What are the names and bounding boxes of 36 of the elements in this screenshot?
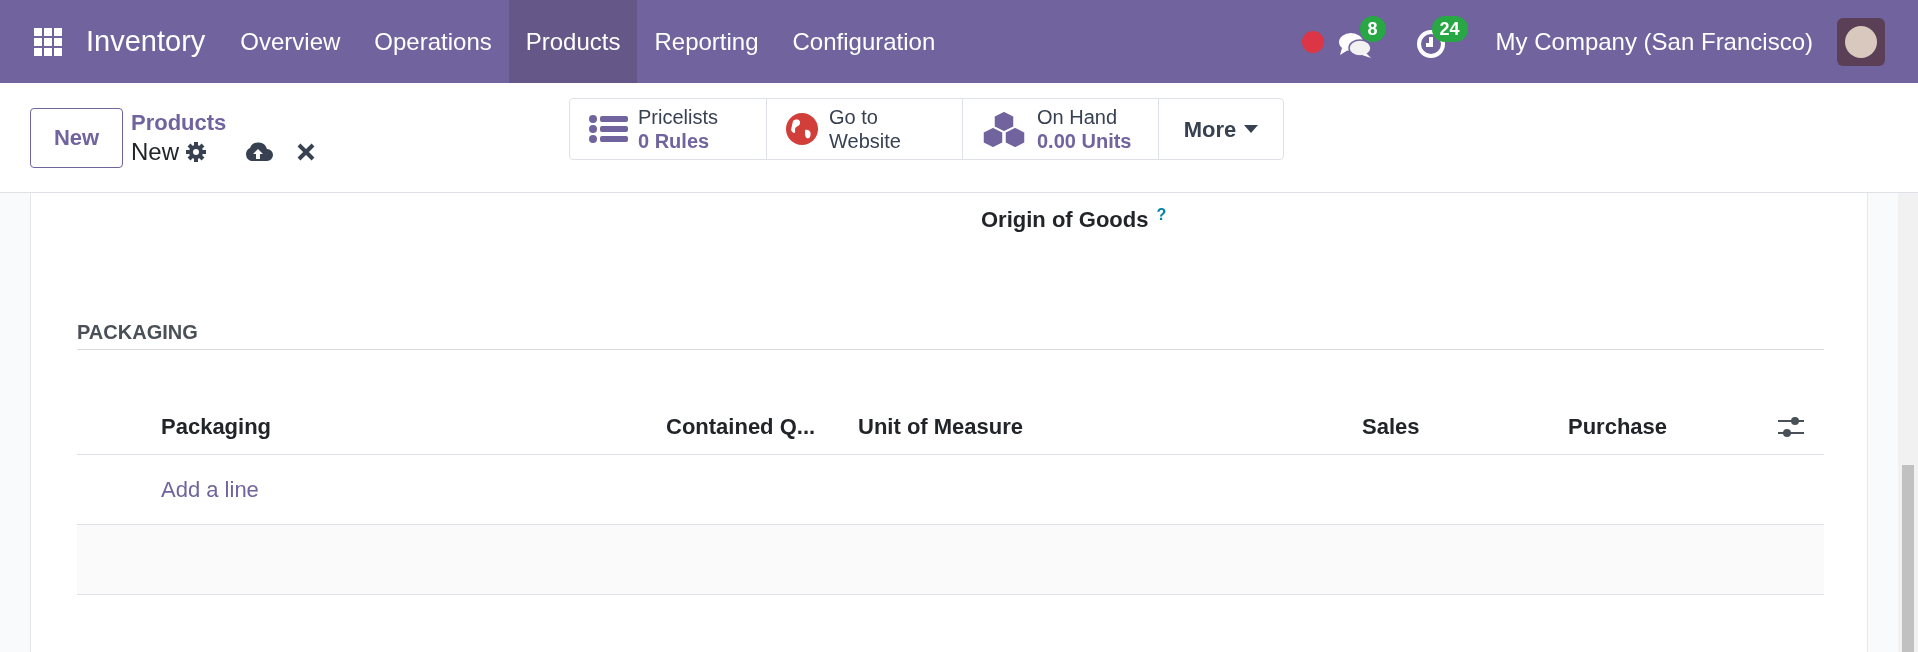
column-header[interactable]: Packaging	[161, 410, 272, 443]
more-button[interactable]: More	[1158, 99, 1283, 159]
company-name[interactable]: My Company (San Francisco)	[1495, 23, 1813, 60]
new-button[interactable]: New	[30, 107, 123, 168]
help-tooltip-mark[interactable]: ?	[1156, 203, 1167, 227]
app-name[interactable]: Inventory	[86, 19, 206, 64]
section-title: PACKAGING	[77, 321, 198, 343]
stat-button[interactable]: Pricelists 0 Rules	[570, 99, 766, 159]
record-name: New	[131, 136, 179, 167]
menu-item[interactable]: Overview	[223, 0, 358, 83]
stat-button[interactable]: Go to Website	[766, 99, 962, 159]
stat-button[interactable]: On Hand 0.00 Units	[962, 99, 1158, 159]
cloud-upload-icon[interactable]	[243, 140, 273, 163]
app-grid-icon[interactable]	[34, 27, 62, 56]
menu-item[interactable]: Operations	[357, 0, 509, 83]
settings-icon[interactable]	[185, 140, 207, 163]
column-header[interactable]: Contained Q...	[666, 410, 816, 443]
column-header[interactable]: Unit of Measure	[858, 410, 1024, 443]
list-icon	[588, 114, 628, 144]
avatar[interactable]	[1837, 17, 1885, 66]
message-count-badge: 8	[1359, 15, 1386, 42]
globe-icon	[785, 112, 819, 146]
activity-count-badge: 24	[1431, 15, 1468, 42]
cubes-icon	[981, 109, 1027, 149]
menu-item[interactable]: Configuration	[775, 0, 953, 83]
menu-item[interactable]: Products	[508, 0, 638, 83]
caret-icon	[1244, 125, 1259, 133]
add-line-link[interactable]: Add a line	[161, 473, 259, 506]
column-header[interactable]: Purchase	[1568, 410, 1668, 443]
field-label: Origin of Goods	[981, 206, 1149, 234]
close-icon[interactable]	[297, 142, 315, 161]
menu-item[interactable]: Reporting	[637, 0, 776, 83]
scrollbar[interactable]	[1898, 193, 1918, 652]
column-settings-icon[interactable]	[1778, 414, 1804, 439]
column-header[interactable]: Sales	[1362, 410, 1420, 443]
breadcrumb-link[interactable]: Products	[131, 108, 315, 137]
